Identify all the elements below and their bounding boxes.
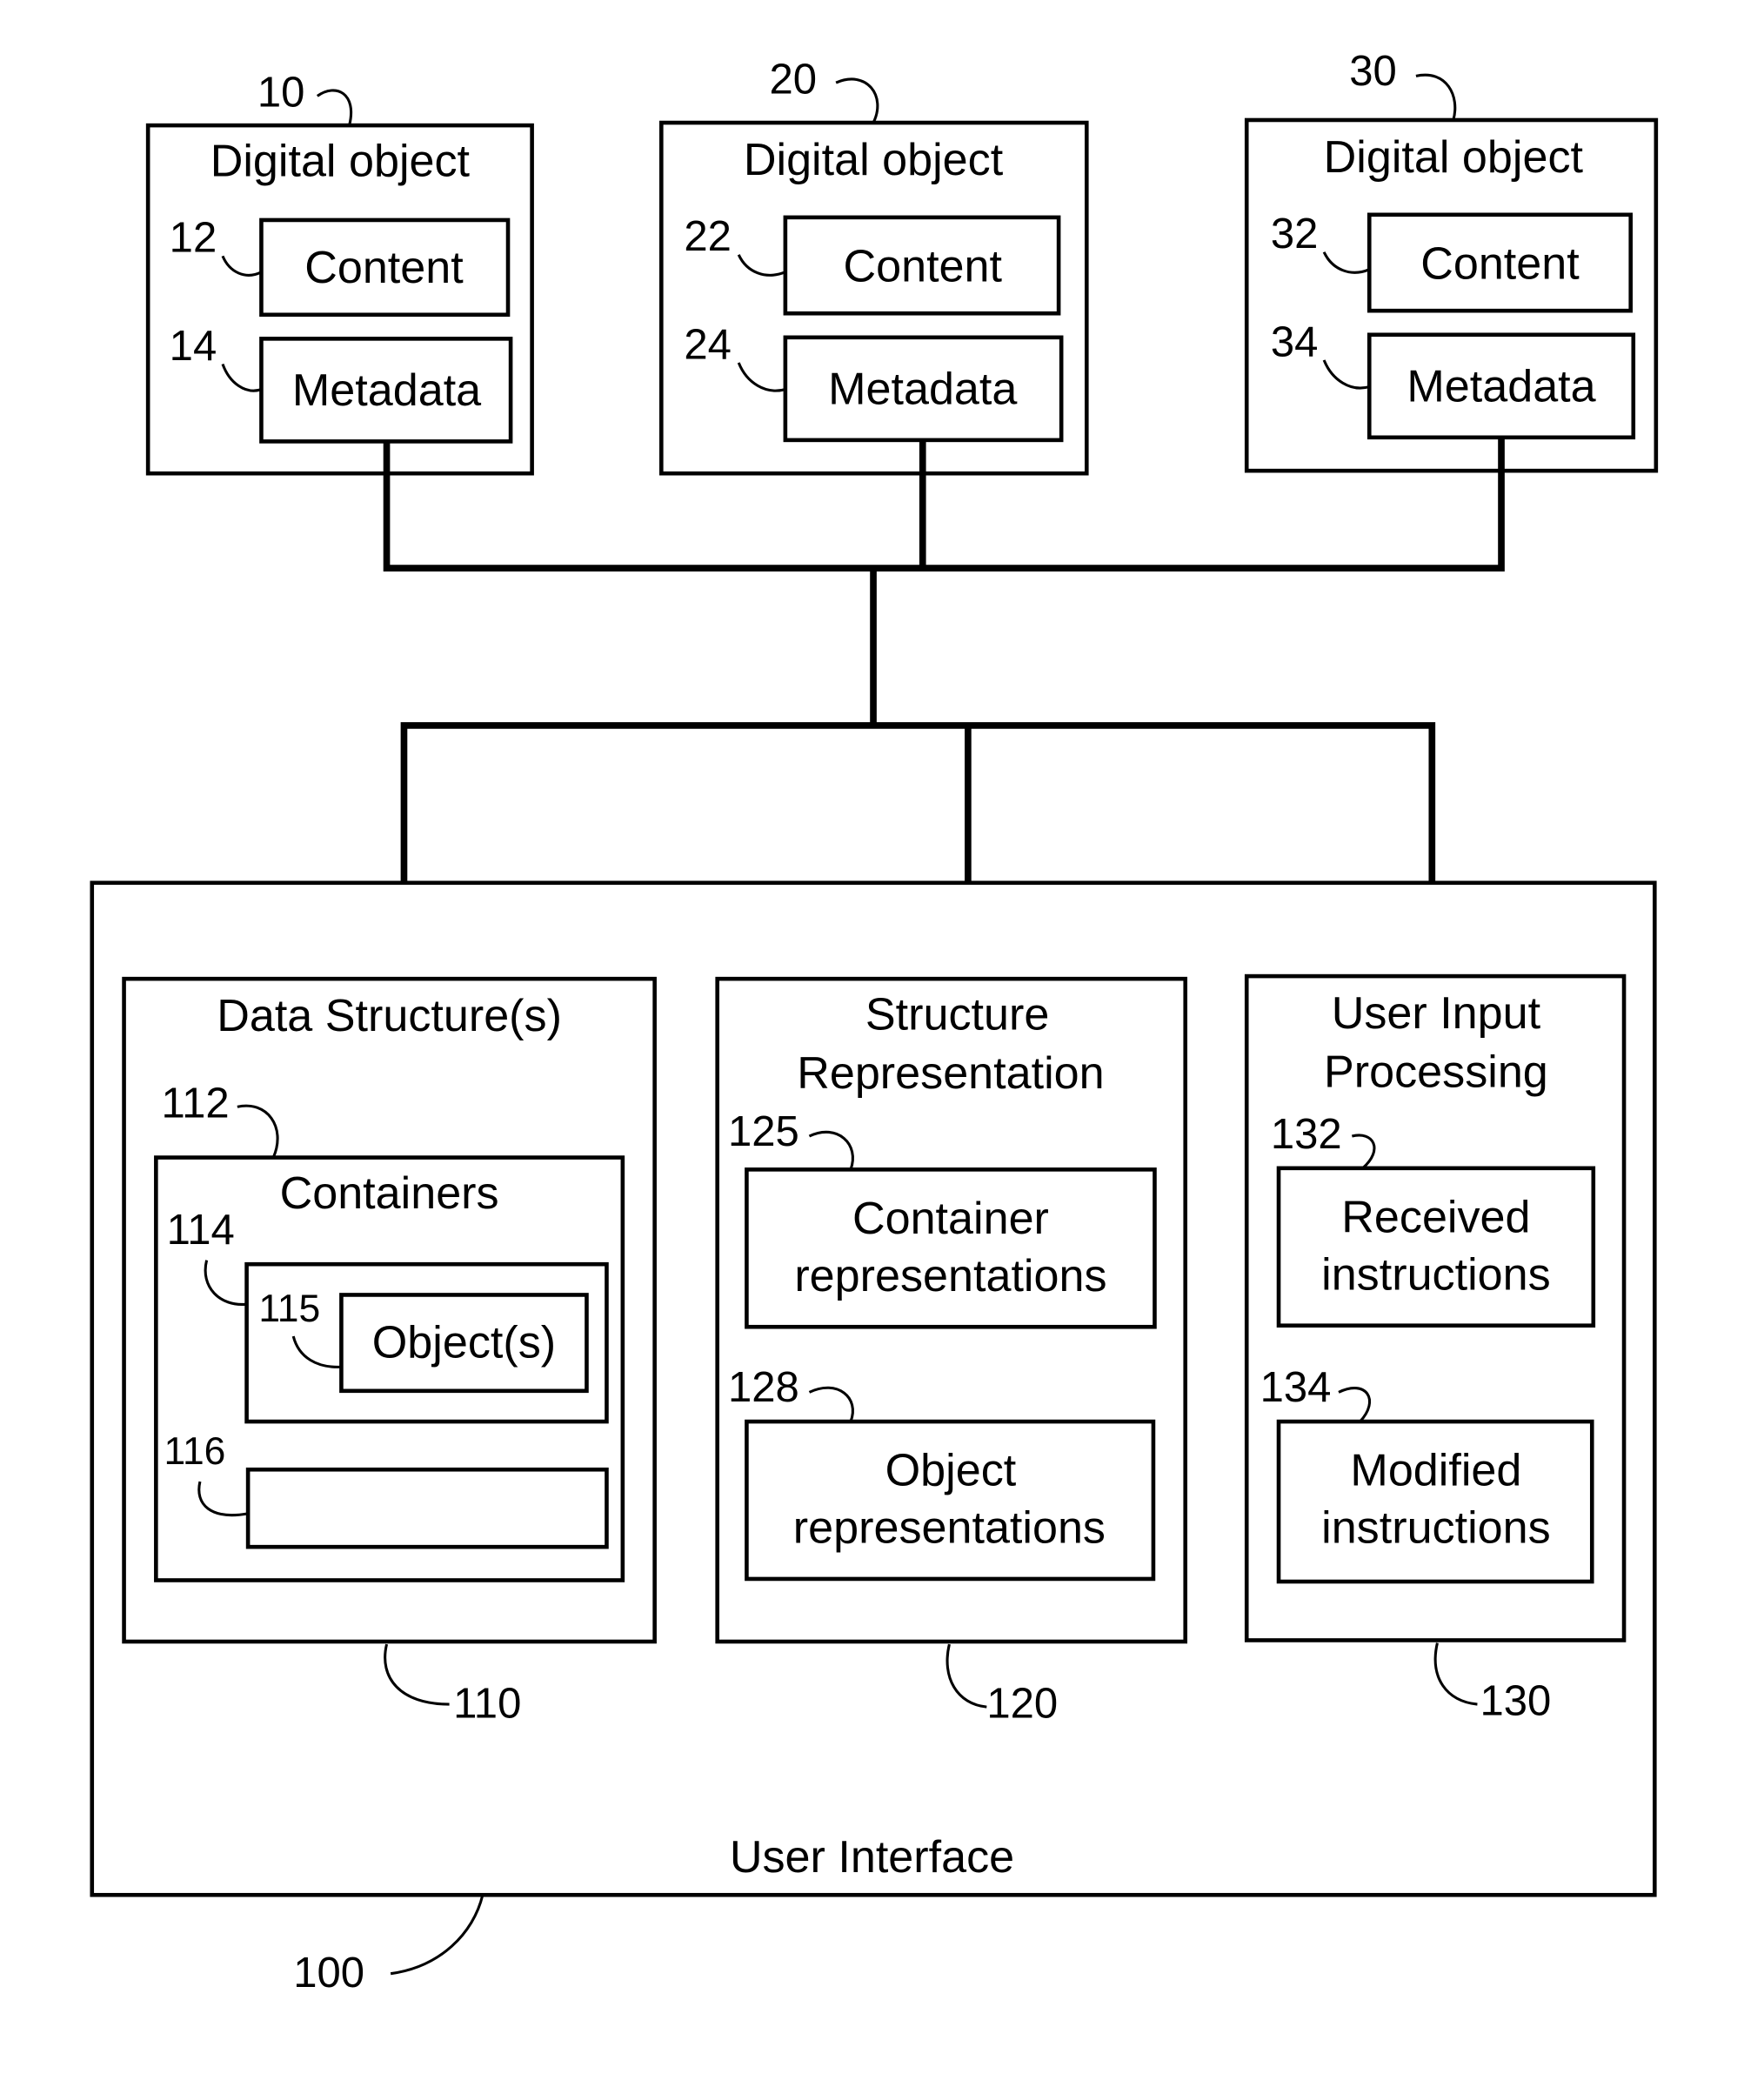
ref-label: 130 xyxy=(1480,1677,1551,1724)
ref-label: 22 xyxy=(684,213,732,260)
modified-instructions-label: instructions xyxy=(1321,1503,1551,1554)
ref-label: 14 xyxy=(170,323,217,370)
ref-label: 24 xyxy=(684,321,732,368)
digital-object-10: 10 Digital object Content 12 Metadata 14 xyxy=(145,70,534,476)
ref-label: 100 xyxy=(293,1950,364,1997)
ref-label: 10 xyxy=(257,70,305,117)
user-interface-label: User Interface xyxy=(730,1832,1014,1883)
ref-label: 34 xyxy=(1271,318,1319,365)
object-representations-label: Object xyxy=(885,1446,1017,1496)
content-label: Content xyxy=(304,243,464,293)
object-representations-label: representations xyxy=(793,1503,1106,1554)
digital-object-20: 20 Digital object Content 22 Metadata 24 xyxy=(659,56,1089,476)
leader-line xyxy=(1415,73,1457,121)
content-label: Content xyxy=(1420,238,1580,289)
digital-object-30: 30 Digital object Content 32 Metadata 34 xyxy=(1244,48,1659,473)
structure-representation-title: Structure xyxy=(865,989,1049,1040)
ref-label: 20 xyxy=(769,56,817,103)
ref-label: 120 xyxy=(986,1680,1058,1727)
digital-object-title: Digital object xyxy=(744,135,1004,185)
ref-label: 112 xyxy=(161,1080,229,1127)
user-input-processing: User Input Processing 130 Received instr… xyxy=(1244,973,1627,1724)
container-representations-label: Container xyxy=(852,1194,1049,1244)
leader-line xyxy=(835,77,879,124)
ref-label: 12 xyxy=(170,215,217,262)
metadata-label: Metadata xyxy=(828,364,1017,414)
empty-container-box[interactable] xyxy=(245,1467,609,1549)
leader-line xyxy=(316,89,352,126)
metadata-label: Metadata xyxy=(1407,361,1595,411)
received-instructions-label: instructions xyxy=(1321,1249,1551,1300)
user-input-processing-title: User Input xyxy=(1332,988,1541,1039)
structure-representation: Structure Representation 120 Container r… xyxy=(715,976,1188,1727)
ref-label: 115 xyxy=(258,1288,320,1330)
content-label: Content xyxy=(843,241,1002,291)
data-structures: Data Structure(s) 110 Containers 112 114… xyxy=(122,976,657,1727)
modified-instructions-label: Modified xyxy=(1350,1446,1521,1496)
ref-label: 32 xyxy=(1271,211,1319,258)
ref-label: 134 xyxy=(1260,1364,1332,1411)
structure-representation-title: Representation xyxy=(797,1048,1104,1099)
received-instructions-label: Received xyxy=(1341,1192,1530,1242)
user-input-processing-title: Processing xyxy=(1324,1047,1548,1097)
containers-title: Containers xyxy=(280,1168,499,1219)
ref-label: 125 xyxy=(728,1108,799,1155)
digital-object-title: Digital object xyxy=(1324,132,1584,183)
ref-label: 116 xyxy=(164,1430,226,1473)
data-structures-title: Data Structure(s) xyxy=(217,991,562,1041)
digital-object-title: Digital object xyxy=(210,136,471,186)
container-representations-label: representations xyxy=(794,1251,1106,1301)
metadata-label: Metadata xyxy=(292,365,481,416)
ref-label: 114 xyxy=(167,1207,235,1254)
leader-line xyxy=(390,1894,484,1976)
diagram: 10 Digital object Content 12 Metadata 14… xyxy=(90,48,1659,1997)
ref-label: 132 xyxy=(1271,1111,1342,1158)
user-interface: User Interface 100 Data Structure(s) 110… xyxy=(90,880,1657,1997)
ref-label: 30 xyxy=(1349,48,1397,95)
ref-label: 110 xyxy=(453,1680,521,1727)
objects-label: Object(s) xyxy=(372,1317,556,1368)
ref-label: 128 xyxy=(728,1364,799,1411)
